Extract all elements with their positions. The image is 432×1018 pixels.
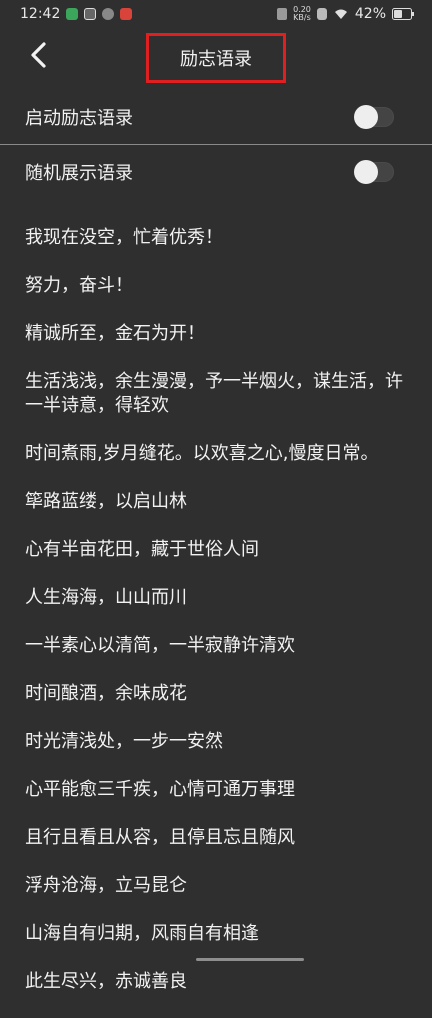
quote-item[interactable]: 一半素心以清简，一半寂静许清欢 — [25, 634, 417, 658]
quote-item[interactable]: 心有半亩花田，藏于世俗人间 — [25, 538, 417, 562]
scroll-indicator[interactable] — [196, 958, 304, 961]
quote-item[interactable]: 时间煮雨,岁月缝花。以欢喜之心,慢度日常。 — [25, 442, 417, 466]
quote-item[interactable]: 生活浅浅，余生漫漫，予一半烟火，谋生活，许一半诗意，得轻欢 — [25, 370, 417, 418]
quote-item[interactable]: 且行且看且从容，且停且忘且随风 — [25, 826, 417, 850]
enable-quotes-toggle[interactable] — [354, 105, 394, 129]
app-notification-icon — [66, 8, 79, 20]
quote-item[interactable]: 筚路蓝缕，以启山林 — [25, 490, 417, 514]
quote-item[interactable]: 人生海海，山山而川 — [25, 586, 417, 610]
chevron-left-icon — [31, 42, 46, 68]
setting-label: 随机展示语录 — [25, 163, 133, 184]
quote-list: 我现在没空，忙着优秀！ 努力，奋斗！ 精诚所至，金石为开！ 生活浅浅，余生漫漫，… — [25, 226, 417, 1018]
back-button[interactable] — [24, 38, 52, 72]
status-left: 12:42 — [20, 6, 133, 22]
quote-item[interactable]: 时光清浅处，一步一安然 — [25, 730, 417, 754]
status-right: 0.20 KB/s 42% — [277, 6, 414, 22]
toggle-knob — [354, 105, 378, 129]
quote-item[interactable]: 此生尽兴，赤诚善良 — [25, 970, 417, 994]
sim-icon — [316, 8, 327, 20]
quote-item[interactable]: 时间酿酒，余味成花 — [25, 682, 417, 706]
sync-icon — [102, 8, 115, 20]
wifi-icon — [334, 9, 347, 19]
quote-item[interactable]: 浮舟沧海，立马昆仑 — [25, 874, 417, 898]
quote-item[interactable]: 我现在没空，忙着优秀！ — [25, 226, 417, 250]
vibrate-icon — [277, 8, 288, 20]
quote-item[interactable]: 山海自有归期，风雨自有相逢 — [25, 922, 417, 946]
setting-row-random-quotes[interactable]: 随机展示语录 — [0, 145, 432, 199]
setting-row-enable-quotes[interactable]: 启动励志语录 — [0, 90, 432, 144]
status-time: 12:42 — [20, 6, 61, 22]
page-title: 励志语录 — [146, 33, 286, 83]
random-quotes-toggle[interactable] — [354, 160, 394, 184]
battery-icon — [392, 8, 414, 20]
status-bar: 12:42 0.20 KB/s 42% — [0, 0, 432, 28]
network-speed: 0.20 KB/s — [293, 5, 311, 22]
app-header: 励志语录 — [0, 28, 432, 86]
news-app-icon — [120, 8, 133, 20]
mail-icon — [84, 8, 97, 20]
toggle-knob — [354, 160, 378, 184]
quote-item[interactable]: 精诚所至，金石为开！ — [25, 322, 417, 346]
quote-item[interactable]: 心平能愈三千疾，心情可通万事理 — [25, 778, 417, 802]
quote-item[interactable]: 努力，奋斗！ — [25, 274, 417, 298]
setting-label: 启动励志语录 — [25, 108, 133, 129]
battery-percent: 42% — [354, 6, 386, 22]
